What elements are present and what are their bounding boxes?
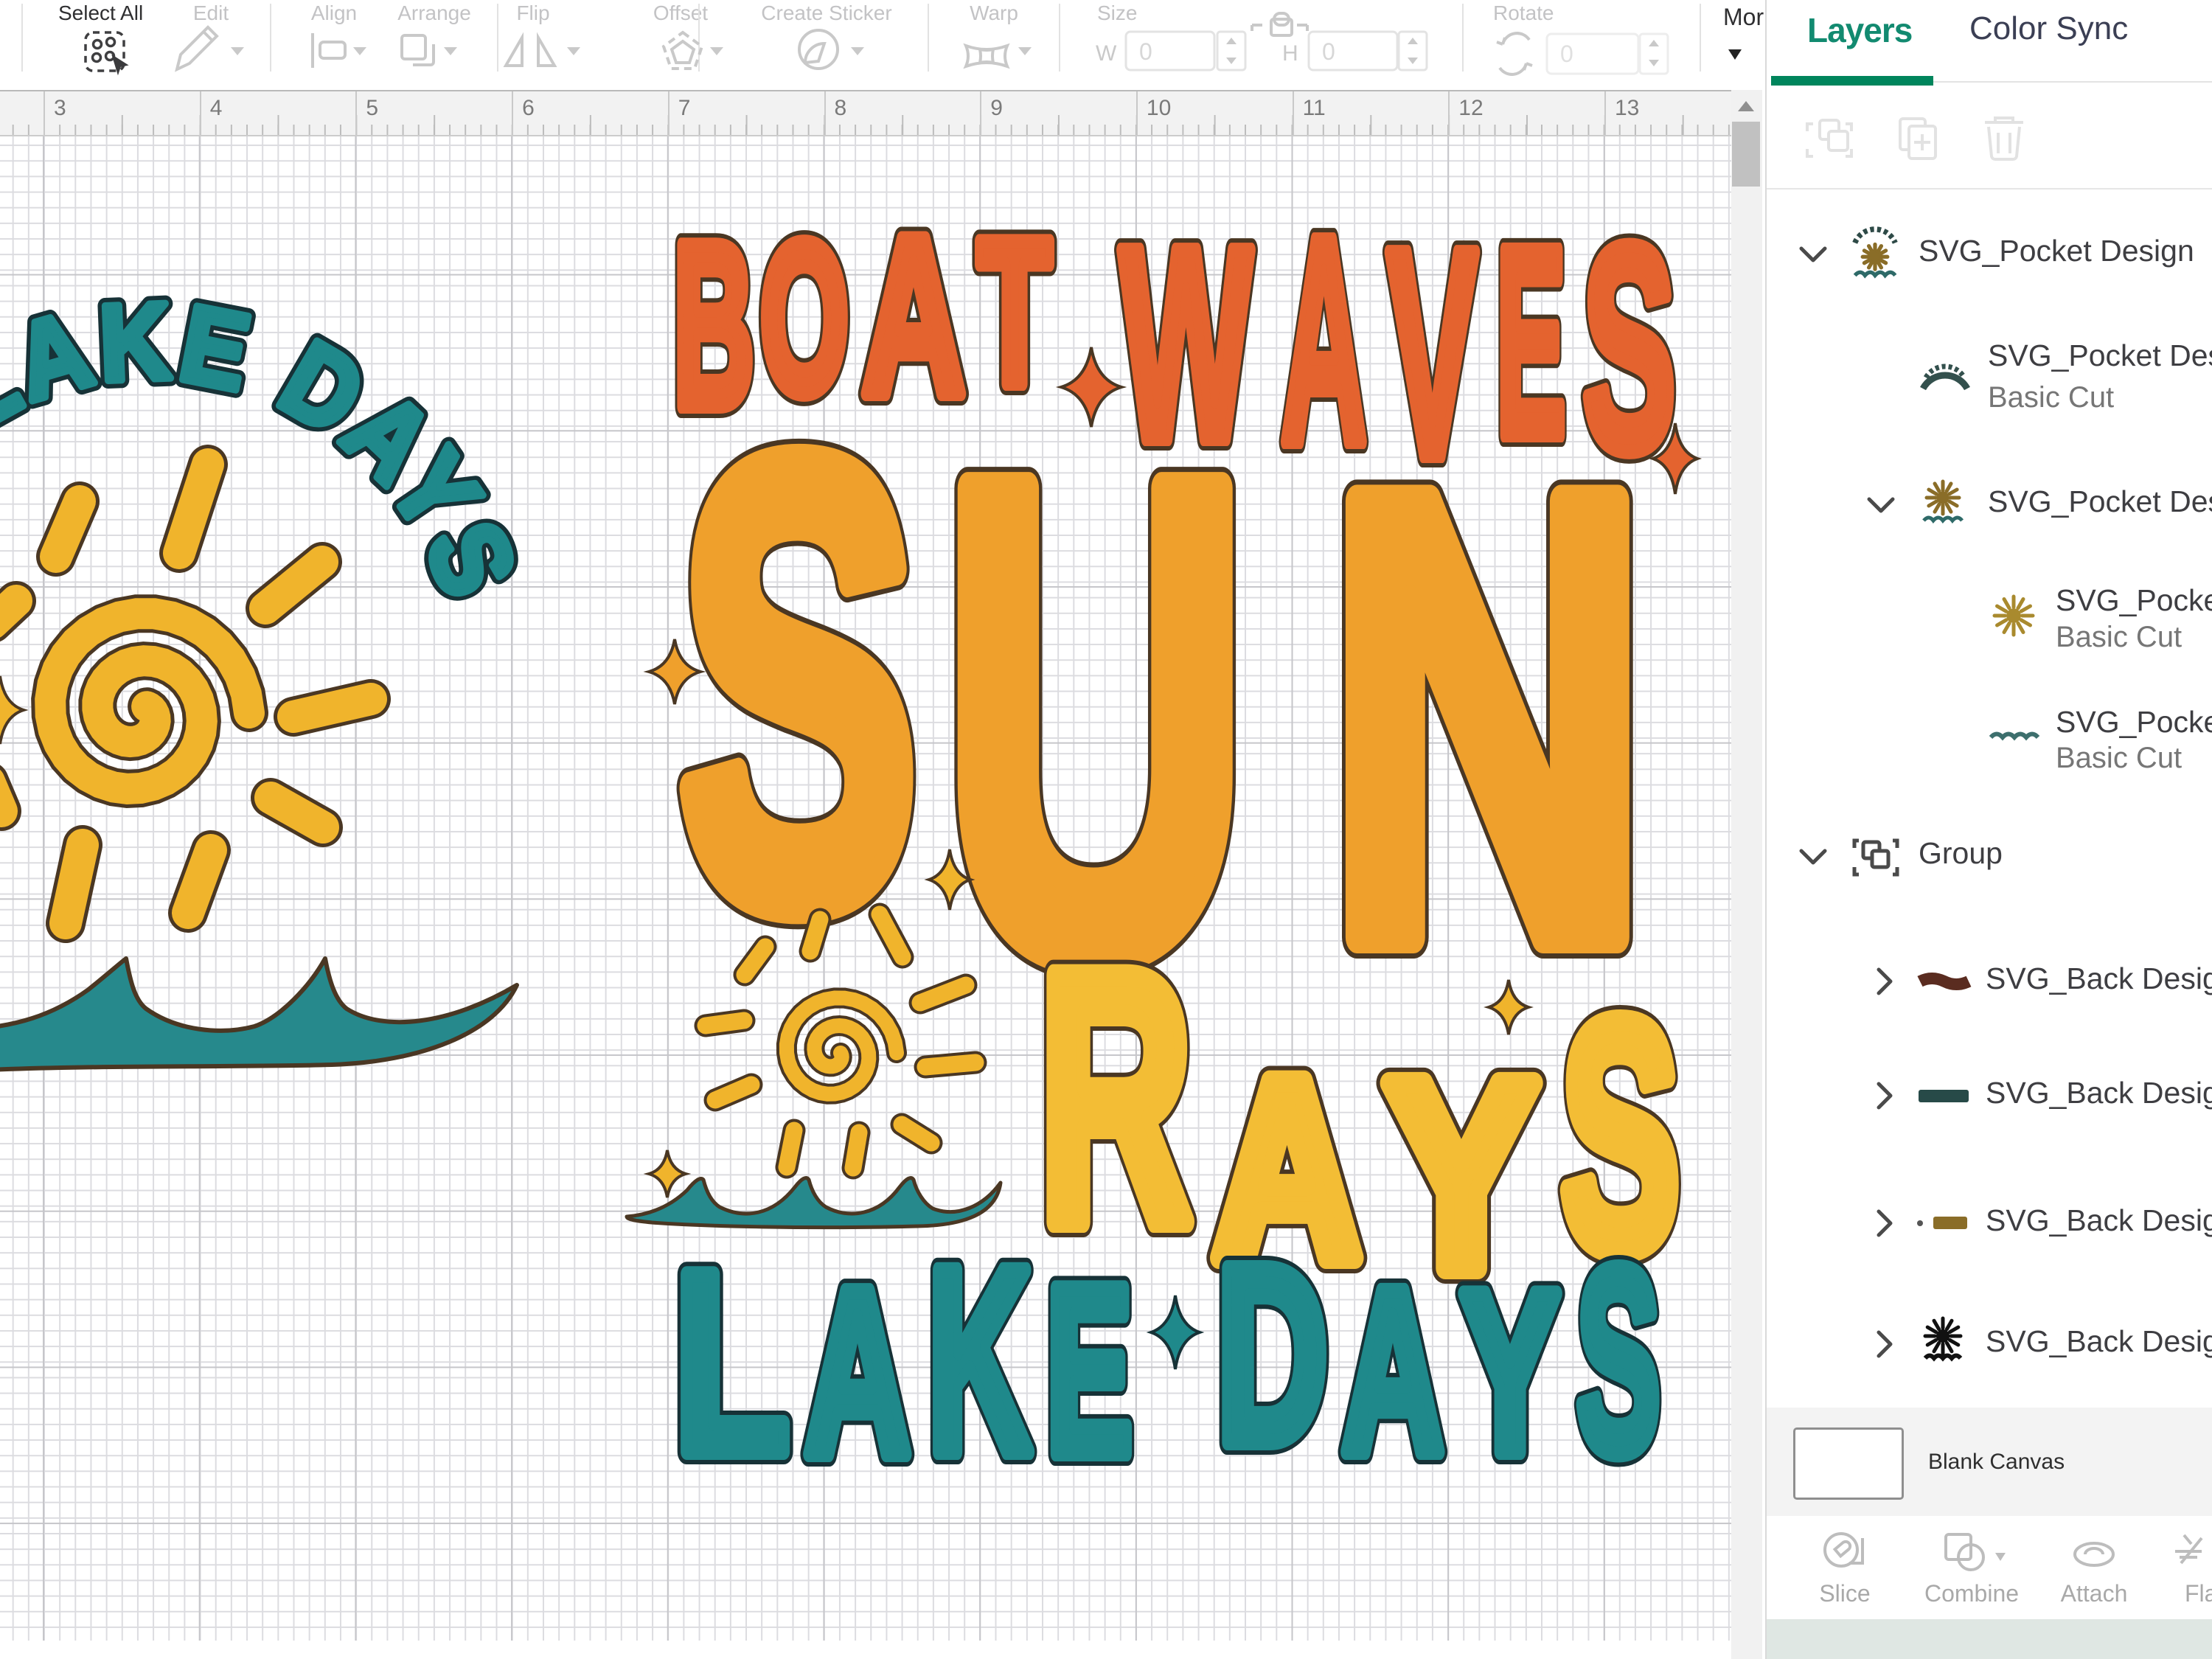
svg-text:A: A xyxy=(1342,1241,1444,1502)
svg-text:D: D xyxy=(1217,1213,1328,1496)
svg-text:S: S xyxy=(1576,1213,1660,1508)
svg-text:K: K xyxy=(928,1213,1032,1508)
svg-text:A: A xyxy=(804,1240,911,1505)
svg-text:L: L xyxy=(674,1219,790,1507)
svg-text:Y: Y xyxy=(1461,1245,1559,1501)
svg-text:LAKE DAYS: LAKE DAYS xyxy=(0,280,540,615)
svg-text:E: E xyxy=(1046,1237,1133,1504)
